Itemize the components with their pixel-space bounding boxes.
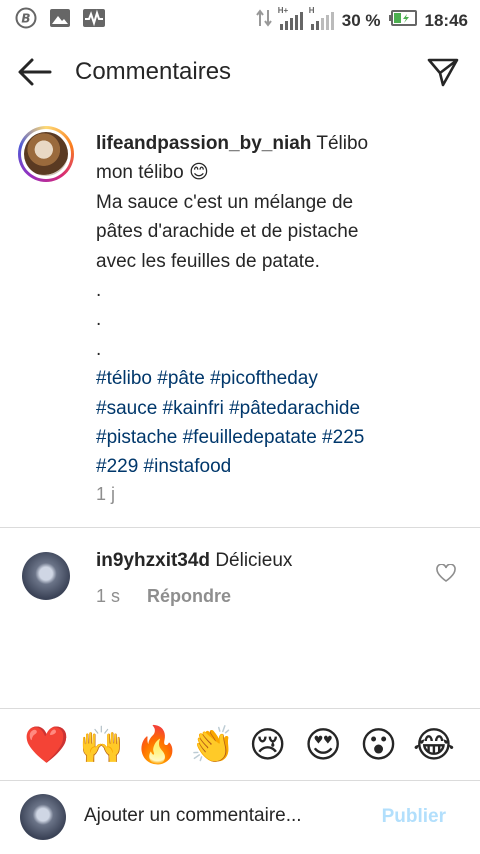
emoji-laughing[interactable]: 😂 [412,724,456,768]
divider [0,527,480,528]
comment-input-bar: Publier [0,782,480,854]
commenter-username[interactable]: in9yhzxit34d [96,550,210,571]
caption-line: . [96,338,102,360]
divider [0,780,480,781]
emoji-heart-eyes[interactable]: 😍 [301,724,345,768]
caption-line: . [96,309,102,331]
comment-timestamp: 1 s [96,586,121,606]
image-icon [48,7,72,29]
comment-text: in9yhzxit34d Délicieux [96,550,293,571]
author-avatar[interactable] [18,126,74,182]
hashtag-line[interactable]: #sauce #kainfri #pâtedarachide [96,394,396,423]
emoji-crying[interactable]: 😢 [246,724,290,768]
status-icons-right: H+ H 30 % 18:46 [255,6,468,33]
signal-1-icon: H+ [278,6,303,30]
caption-line: avec les feuilles de patate. [96,250,320,272]
signal-2-icon: H [309,6,334,30]
divider [0,708,480,709]
b-circle-icon: B [14,7,38,29]
comment-item: in9yhzxit34d Délicieux 1 s Répondre [0,546,480,616]
hashtag-line[interactable]: #télibo #pâte #picoftheday [96,364,396,393]
activity-icon [82,7,106,29]
author-username[interactable]: lifeandpassion_by_niah [96,133,311,154]
emoji-fire[interactable]: 🔥 [135,724,180,768]
caption-timestamp: 1 j [96,484,116,504]
emoji-raised-hands[interactable]: 🙌 [79,724,124,768]
caption-line: Ma sauce c'est un mélange de [96,191,354,213]
app-bar: Commentaires [0,38,480,106]
status-icons-left: B [14,7,106,29]
clock: 18:46 [424,10,468,30]
status-bar: B H+ H 30 % 18:46 [0,0,480,38]
hashtag-line[interactable]: #pistache #feuilledepatate #225 [96,423,396,452]
data-arrows-icon [255,8,272,33]
emoji-clap[interactable]: 👏 [190,724,235,768]
heart-icon[interactable] [436,563,456,582]
battery-icon [388,10,417,31]
comment-input[interactable] [82,804,356,828]
caption-text: lifeandpassion_by_niah Télibo mon télibo… [96,129,396,482]
caption-line: . [96,280,102,302]
post-button[interactable]: Publier [382,806,446,828]
commenter-avatar[interactable] [22,552,70,600]
comment-meta: 1 s Répondre [96,586,231,607]
reply-button[interactable]: Répondre [147,586,231,607]
caption-line: mon télibo 😊 [96,162,209,184]
page-title: Commentaires [75,58,232,85]
hashtag-line[interactable]: #229 #instafood [96,452,396,481]
emoji-bar: ❤️ 🙌 🔥 👏 😢 😍 😮 😂 [0,720,480,772]
battery-percent: 30 % [341,10,381,30]
emoji-heart[interactable]: ❤️ [24,724,69,768]
caption-line: lifeandpassion_by_niah Télibo [96,133,369,154]
my-avatar [20,794,66,840]
emoji-surprised[interactable]: 😮 [357,724,401,768]
send-icon[interactable] [426,56,460,88]
back-arrow-icon[interactable] [16,56,54,88]
author-avatar-image [24,132,68,176]
caption-line: pâtes d'arachide et de pistache [96,221,359,243]
svg-text:B: B [21,12,30,26]
